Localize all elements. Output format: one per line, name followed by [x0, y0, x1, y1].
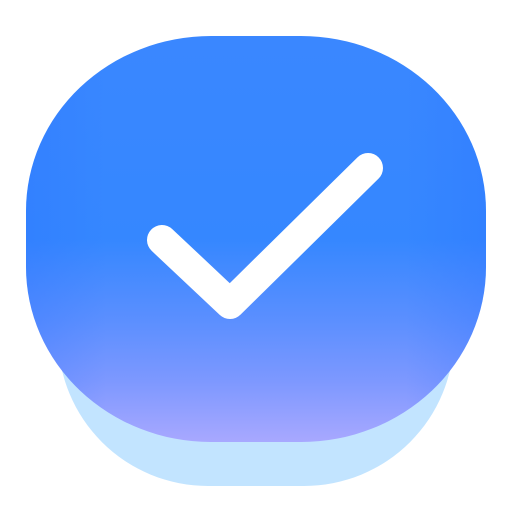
confirm-check-button[interactable] — [26, 36, 486, 442]
button-edge-shade-left — [26, 36, 106, 442]
icon-canvas — [0, 0, 512, 512]
button-edge-shade-right — [406, 36, 486, 442]
